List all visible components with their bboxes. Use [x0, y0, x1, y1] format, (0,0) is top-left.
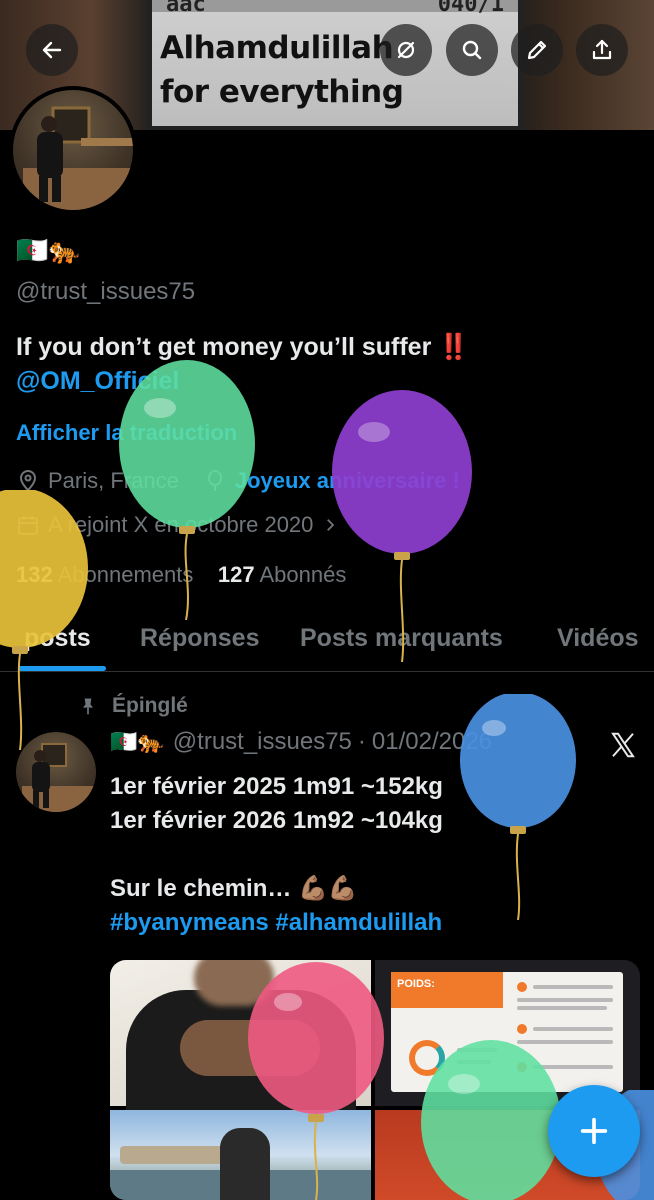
balloon-pink: [248, 962, 384, 1200]
banner-fragment-left: aac: [166, 0, 206, 17]
edit-button[interactable]: [511, 24, 563, 76]
post-author-handle[interactable]: @trust_issues75: [173, 728, 352, 756]
profile-handle: @trust_issues75: [16, 278, 196, 305]
mute-button[interactable]: [380, 24, 432, 76]
post-header: 🇩🇿🐅 @trust_issues75 · 01/02/2026: [110, 728, 492, 756]
doc-title: POIDS:: [397, 978, 435, 990]
x-logo-icon[interactable]: [608, 730, 638, 760]
search-button[interactable]: [446, 24, 498, 76]
post-author-name[interactable]: 🇩🇿🐅: [110, 729, 165, 755]
balloon-green-1: [119, 360, 255, 620]
balloon-yellow: [0, 490, 88, 750]
banner-text: Alhamdulillah for everything: [160, 30, 404, 110]
pinned-label: Épinglé: [78, 694, 188, 718]
share-icon: [592, 39, 612, 60]
balloon-purple: [332, 390, 472, 662]
back-arrow-icon: [42, 41, 62, 59]
bio-text: If you don’t get money you’ll suffer ‼️: [16, 333, 470, 361]
profile-tabs: posts Réponses Posts marquants Vidéos: [0, 606, 654, 672]
post-hashtags[interactable]: #byanymeans #alhamdulillah: [110, 909, 442, 936]
search-icon: [462, 40, 482, 60]
compose-post-button[interactable]: [548, 1085, 640, 1177]
plus-icon: [580, 1117, 608, 1145]
display-name: 🇩🇿🐅: [16, 234, 81, 265]
back-button[interactable]: [26, 24, 78, 76]
post-separator: ·: [357, 728, 366, 755]
share-button[interactable]: [576, 24, 628, 76]
tab-replies[interactable]: Réponses: [140, 624, 259, 653]
pencil-icon: [527, 40, 547, 60]
post-body: 1er février 2025 1m91 ~152kg 1er février…: [110, 773, 443, 936]
banner-fragment-right: 040/1: [437, 0, 504, 17]
balloon-blue: [460, 694, 576, 920]
tab-videos[interactable]: Vidéos: [557, 624, 639, 653]
balloon-green-2: [421, 1040, 561, 1200]
profile-avatar[interactable]: [9, 86, 137, 214]
avatar-photo: [23, 106, 133, 210]
eye-off-icon: [397, 41, 415, 59]
